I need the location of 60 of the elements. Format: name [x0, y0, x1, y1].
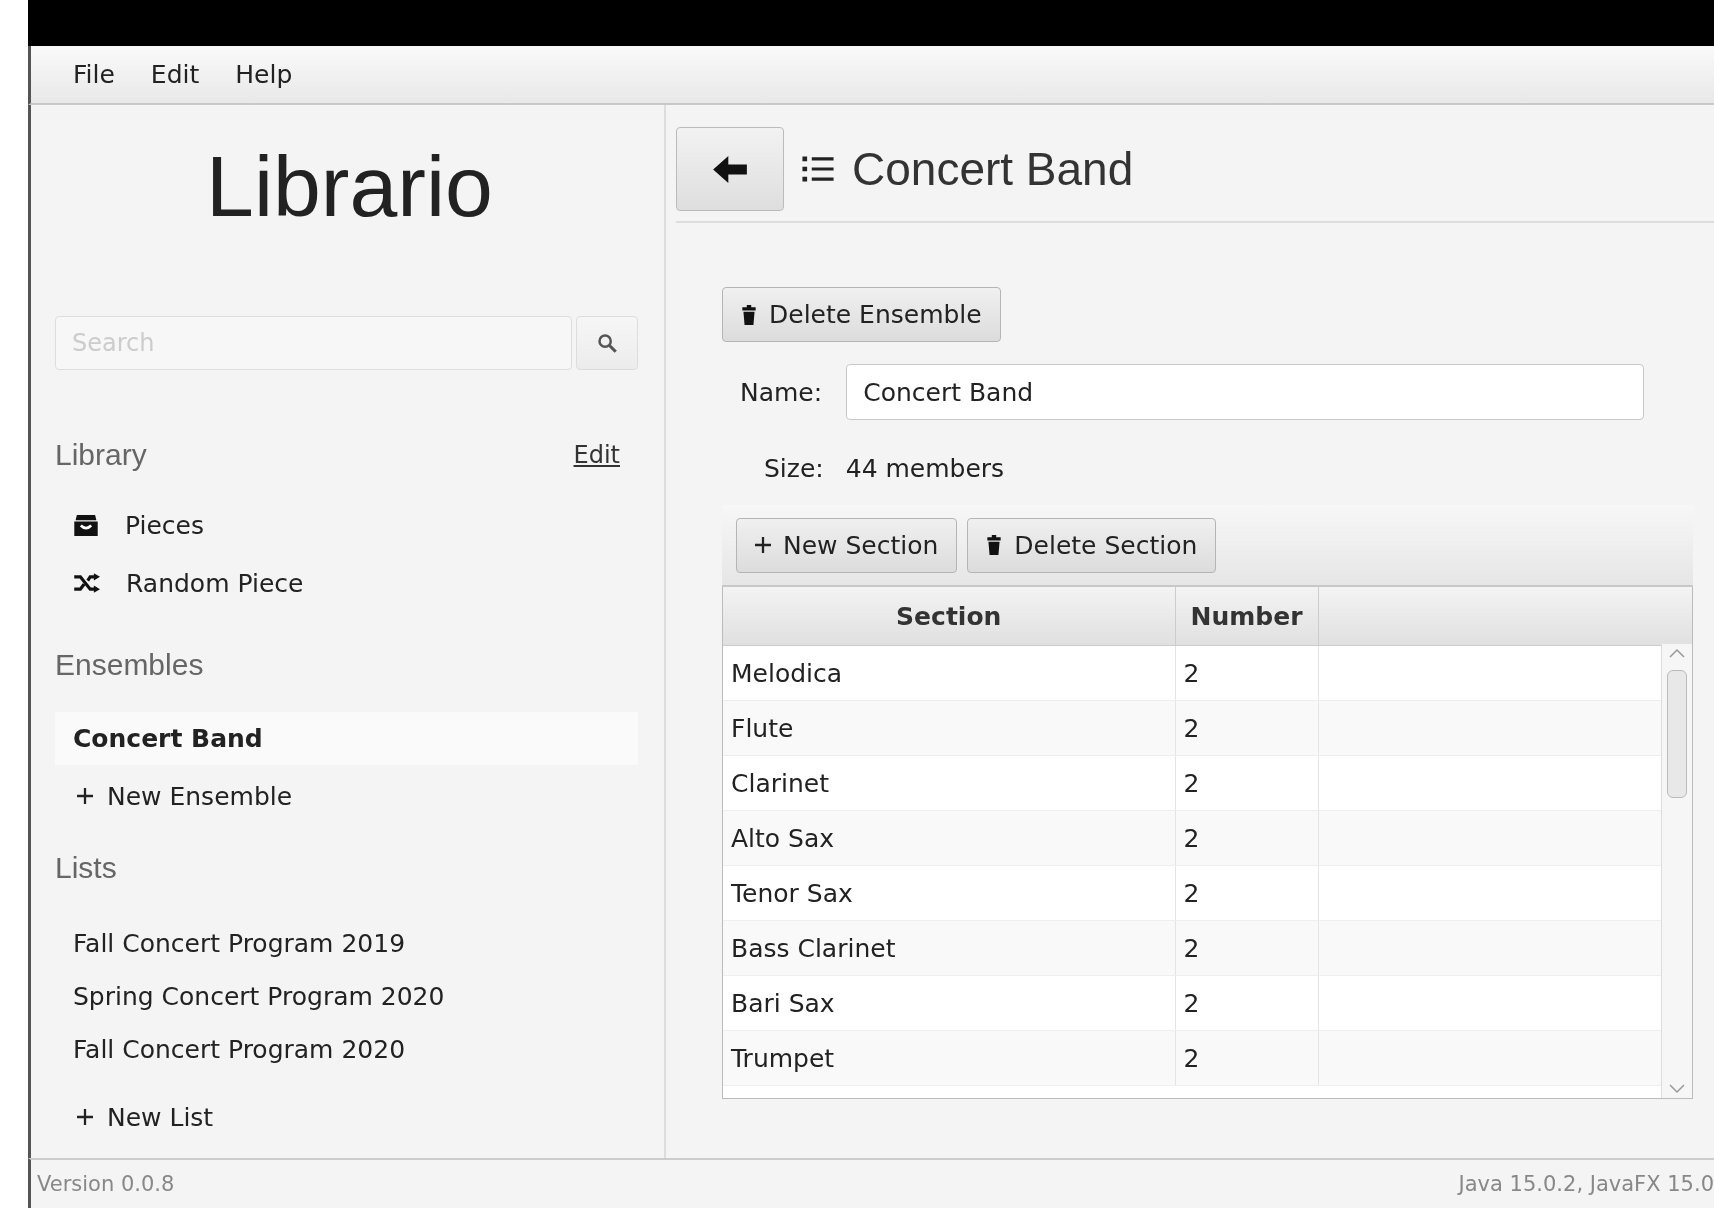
- library-item[interactable]: Random Piece: [126, 568, 304, 598]
- shuffle-icon: [73, 573, 100, 593]
- table-cell: 2: [1175, 755, 1318, 811]
- table-cell: Alto Sax: [723, 810, 1175, 866]
- scroll-down-icon[interactable]: [1669, 1084, 1685, 1094]
- plus-icon: [77, 1109, 93, 1125]
- table-cell: Clarinet: [723, 755, 1175, 811]
- trash-icon: [986, 535, 1003, 555]
- table-cell: Trumpet: [723, 1030, 1175, 1086]
- table-cell: 2: [1175, 865, 1318, 921]
- edit-link[interactable]: Edit: [573, 441, 620, 469]
- table-cell: 2: [1175, 810, 1318, 866]
- app-title: Librario: [205, 137, 494, 236]
- new-section-button[interactable]: New Section: [736, 517, 958, 573]
- plus-icon: [77, 788, 93, 804]
- back-button[interactable]: [676, 127, 784, 211]
- table-cell: Tenor Sax: [723, 865, 1175, 921]
- library-item[interactable]: Pieces: [125, 510, 204, 540]
- list-item[interactable]: Fall Concert Program 2019: [55, 917, 638, 970]
- ensemble-item[interactable]: Concert Band: [55, 712, 638, 765]
- new-list-link[interactable]: New List: [107, 1102, 214, 1132]
- plus-icon: [755, 537, 771, 553]
- scrollbar[interactable]: [1661, 644, 1692, 1098]
- table-cell: Melodica: [723, 645, 1175, 701]
- delete-ensemble-button[interactable]: Delete Ensemble: [722, 287, 1001, 342]
- search-icon: [597, 333, 617, 353]
- menu-item[interactable]: Edit: [136, 60, 222, 89]
- menu-item[interactable]: File: [59, 60, 137, 89]
- field-label: Size:: [764, 454, 824, 483]
- version-text: Version 0.0.8: [37, 1172, 175, 1196]
- inbox-icon: [73, 514, 99, 536]
- table-cell: 2: [1175, 975, 1318, 1031]
- section-heading: Ensembles: [55, 647, 205, 683]
- table-cell: Bari Sax: [723, 975, 1175, 1031]
- list-item[interactable]: Spring Concert Program 2020: [55, 970, 638, 1023]
- new-ensemble-link[interactable]: New Ensemble: [107, 781, 293, 811]
- table-cell: Flute: [723, 700, 1175, 756]
- table-cell: 2: [1175, 1030, 1318, 1086]
- list-item[interactable]: Fall Concert Program 2020: [55, 1023, 638, 1076]
- column-header[interactable]: Section: [723, 587, 1175, 646]
- back-arrow-icon: [713, 155, 747, 183]
- scroll-up-icon[interactable]: [1669, 648, 1685, 658]
- table-cell: Bass Clarinet: [723, 920, 1175, 976]
- section-heading: Lists: [55, 850, 118, 886]
- size-value: 44 members: [845, 454, 1005, 483]
- section-heading: Library: [55, 438, 147, 472]
- scroll-thumb[interactable]: [1667, 670, 1687, 798]
- page-title: Concert Band: [852, 142, 1134, 196]
- field-label: Name:: [740, 377, 823, 407]
- column-header[interactable]: Number: [1175, 587, 1318, 646]
- list-icon: [802, 155, 834, 183]
- trash-icon: [741, 304, 757, 325]
- table-cell: 2: [1175, 645, 1318, 701]
- table-cell: 2: [1175, 700, 1318, 756]
- runtime-text: Java 15.0.2, JavaFX 15.0: [1458, 1172, 1714, 1196]
- search-button[interactable]: [576, 316, 638, 370]
- menu-item[interactable]: Help: [221, 60, 315, 89]
- table-cell: 2: [1175, 920, 1318, 976]
- name-field[interactable]: Concert Band: [846, 364, 1645, 420]
- delete-section-button[interactable]: Delete Section: [967, 517, 1217, 573]
